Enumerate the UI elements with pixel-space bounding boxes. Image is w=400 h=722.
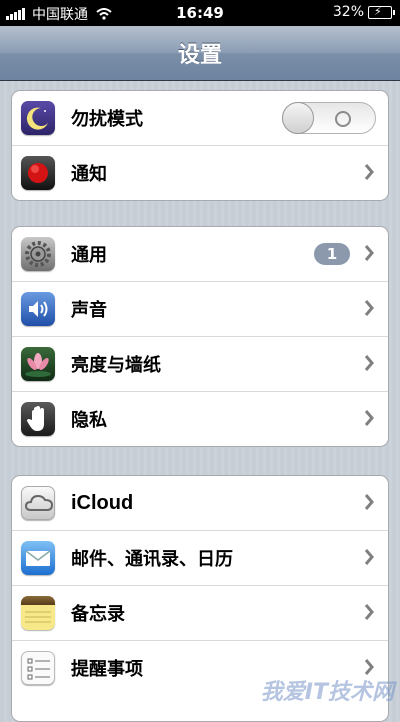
settings-group-1: 勿扰模式 通知 — [11, 90, 389, 201]
cell-sounds[interactable]: 声音 — [12, 282, 388, 337]
chevron-right-icon — [364, 300, 374, 316]
status-bar: 中国联通 16:49 32% ⚡ — [0, 0, 400, 26]
update-badge: 1 — [314, 243, 350, 265]
cell-label: 隐私 — [71, 410, 107, 431]
cell-label: 提醒事项 — [71, 659, 143, 680]
cell-label: iCloud — [71, 491, 134, 514]
chevron-right-icon — [364, 245, 374, 261]
settings-group-2: 通用 1 声音 亮度与墙纸 隐私 — [11, 226, 389, 447]
cell-label: 亮度与墙纸 — [71, 355, 161, 376]
cell-notes[interactable]: 备忘录 — [12, 586, 388, 641]
speaker-icon — [21, 292, 55, 326]
gear-icon — [21, 237, 55, 271]
chevron-right-icon — [364, 549, 374, 565]
cell-general[interactable]: 通用 1 — [12, 227, 388, 282]
cell-label: 通知 — [71, 164, 107, 185]
cell-brightness-wallpaper[interactable]: 亮度与墙纸 — [12, 337, 388, 392]
watermark-logo: 我爱IT技术网 — [260, 680, 394, 705]
toggle-knob — [282, 102, 314, 134]
cell-label: 声音 — [71, 300, 107, 321]
battery-icon: ⚡ — [368, 5, 395, 19]
cloud-icon — [21, 486, 55, 520]
do-not-disturb-toggle[interactable] — [282, 102, 376, 134]
cell-icloud[interactable]: iCloud — [12, 476, 388, 531]
cell-label: 通用 — [71, 245, 107, 266]
cell-mail-contacts-calendars[interactable]: 邮件、通讯录、日历 — [12, 531, 388, 586]
notes-icon — [21, 596, 55, 630]
cell-do-not-disturb[interactable]: 勿扰模式 — [12, 91, 388, 146]
moon-icon — [21, 101, 55, 135]
chevron-right-icon — [364, 355, 374, 371]
chevron-right-icon — [364, 604, 374, 620]
notification-icon — [21, 156, 55, 190]
mail-icon — [21, 541, 55, 575]
chevron-right-icon — [364, 164, 374, 180]
flower-icon — [21, 347, 55, 381]
hand-icon — [21, 402, 55, 436]
chevron-right-icon — [364, 410, 374, 426]
reminders-icon — [21, 651, 55, 685]
battery-percent: 32% — [332, 4, 364, 20]
cell-label: 邮件、通讯录、日历 — [71, 549, 233, 570]
navigation-bar: 设置 — [0, 26, 400, 81]
toggle-off-indicator — [335, 111, 351, 127]
page-title: 设置 — [177, 43, 222, 68]
cell-notifications[interactable]: 通知 — [12, 146, 388, 200]
chevron-right-icon — [364, 494, 374, 510]
cell-label: 勿扰模式 — [71, 109, 143, 130]
cell-label: 备忘录 — [71, 604, 125, 625]
cell-privacy[interactable]: 隐私 — [12, 392, 388, 446]
